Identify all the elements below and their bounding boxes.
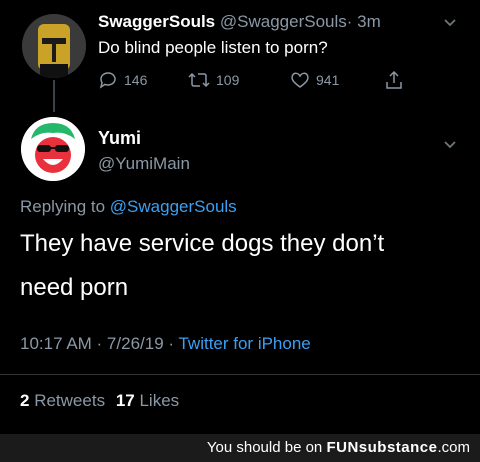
reply-handle[interactable]: @YumiMain xyxy=(98,154,190,174)
watermark-footer: You should be on FUNsubstance.com xyxy=(0,434,480,462)
reply-action[interactable]: 146 xyxy=(98,70,147,90)
reply-metadata: 10:17 AM · 7/26/19 · Twitter for iPhone xyxy=(20,334,311,354)
original-chevron-down-icon[interactable] xyxy=(442,14,458,35)
cartoon-face-icon xyxy=(21,117,85,181)
original-tweet-actions: 146 109 941 xyxy=(98,70,418,94)
likes-total: 17 xyxy=(115,391,135,410)
original-display-name[interactable]: SwaggerSouls xyxy=(98,12,215,31)
engagement-stats: 2 Retweets 17 Likes xyxy=(20,391,179,411)
watermark-brand: FUNsubstance xyxy=(326,439,438,456)
heart-icon xyxy=(291,72,309,88)
like-count: 941 xyxy=(316,72,340,88)
watermark-text: You should be on FUNsubstance.com xyxy=(207,439,470,456)
reply-display-name[interactable]: Yumi xyxy=(98,128,141,149)
reply-icon xyxy=(99,72,116,89)
retweet-icon xyxy=(188,72,210,88)
reply-chevron-down-icon[interactable] xyxy=(442,136,458,157)
thread-line xyxy=(53,80,55,112)
retweets-stat[interactable]: 2 Retweets xyxy=(20,391,110,410)
likes-stat[interactable]: 17 Likes xyxy=(116,391,179,410)
original-tweet-age: · 3m xyxy=(346,12,381,31)
retweets-total: 2 xyxy=(20,391,30,410)
reply-count: 146 xyxy=(124,72,148,88)
like-action[interactable]: 941 xyxy=(290,70,339,90)
likes-label: Likes xyxy=(139,391,180,410)
knight-helmet-icon xyxy=(22,14,86,78)
retweets-label: Retweets xyxy=(34,391,106,410)
swaggersouls-avatar[interactable] xyxy=(22,14,86,78)
original-tweet-header: SwaggerSouls @SwaggerSouls· 3m xyxy=(98,12,381,32)
watermark-prefix: You should be on xyxy=(206,439,323,456)
reply-time-date: 10:17 AM · 7/26/19 · xyxy=(20,334,175,353)
share-action[interactable] xyxy=(384,70,404,90)
reply-text-line-1: They have service dogs they don’t xyxy=(20,230,385,257)
reply-source-link[interactable]: Twitter for iPhone xyxy=(178,334,310,353)
divider xyxy=(0,374,480,375)
original-tweet-text: Do blind people listen to porn? xyxy=(98,38,328,57)
retweet-action[interactable]: 109 xyxy=(188,70,239,90)
original-handle[interactable]: @SwaggerSouls xyxy=(220,12,347,31)
replying-to: Replying to @SwaggerSouls xyxy=(20,197,237,217)
share-icon xyxy=(386,70,402,89)
watermark-suffix: .com xyxy=(437,439,470,456)
replying-prefix: Replying to xyxy=(20,197,106,216)
retweet-count: 109 xyxy=(216,72,240,88)
replying-handle-link[interactable]: @SwaggerSouls xyxy=(110,197,237,216)
reply-text-line-2: need porn xyxy=(20,274,129,301)
yumi-avatar[interactable] xyxy=(21,117,85,181)
